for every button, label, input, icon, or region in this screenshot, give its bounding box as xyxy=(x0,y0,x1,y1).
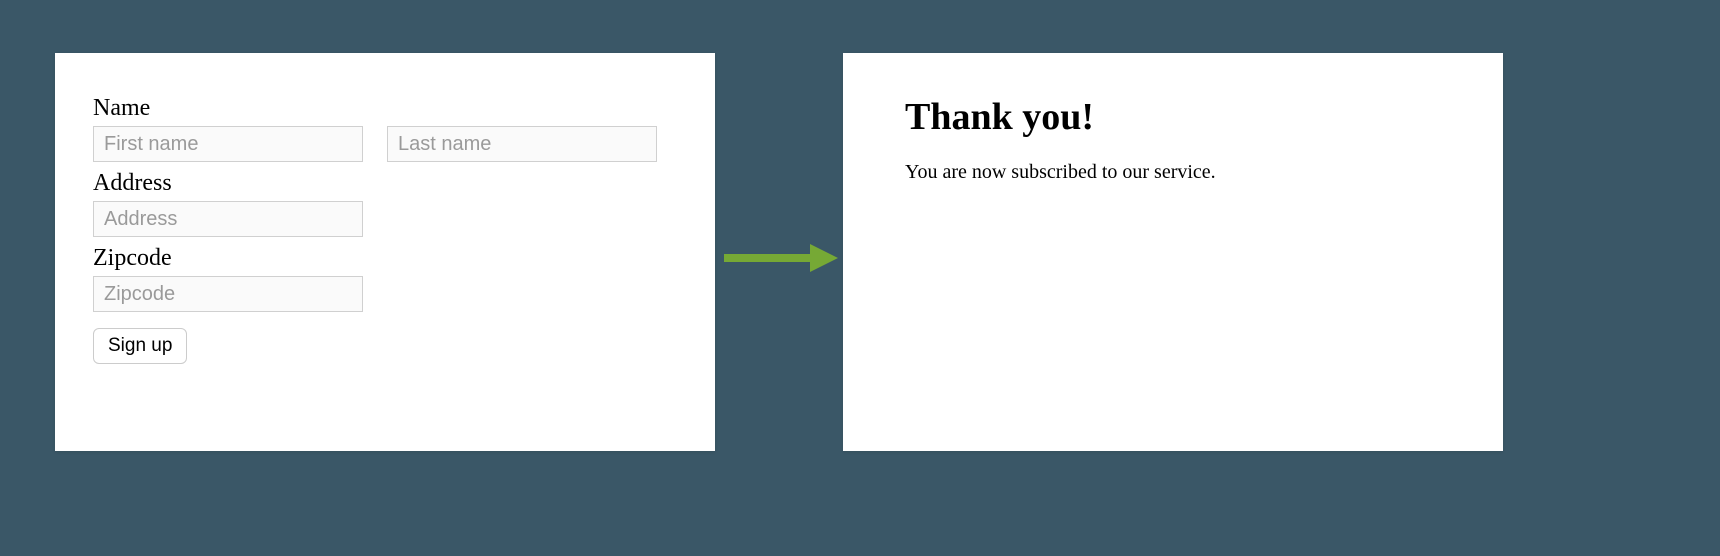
address-input[interactable] xyxy=(93,201,363,237)
first-name-input[interactable] xyxy=(93,126,363,162)
thankyou-body: You are now subscribed to our service. xyxy=(905,161,1441,184)
zipcode-label: Zipcode xyxy=(93,245,677,272)
name-label: Name xyxy=(93,95,677,122)
signup-button[interactable]: Sign up xyxy=(93,328,187,364)
last-name-input[interactable] xyxy=(387,126,657,162)
name-input-row xyxy=(93,126,677,162)
address-input-row xyxy=(93,201,677,237)
signup-form-panel: Name Address Zipcode Sign up xyxy=(55,53,715,451)
zipcode-input-row xyxy=(93,276,677,312)
zipcode-input[interactable] xyxy=(93,276,363,312)
address-label: Address xyxy=(93,170,677,197)
arrow-right-icon xyxy=(720,238,840,278)
thankyou-title: Thank you! xyxy=(905,95,1441,139)
confirmation-panel: Thank you! You are now subscribed to our… xyxy=(843,53,1503,451)
